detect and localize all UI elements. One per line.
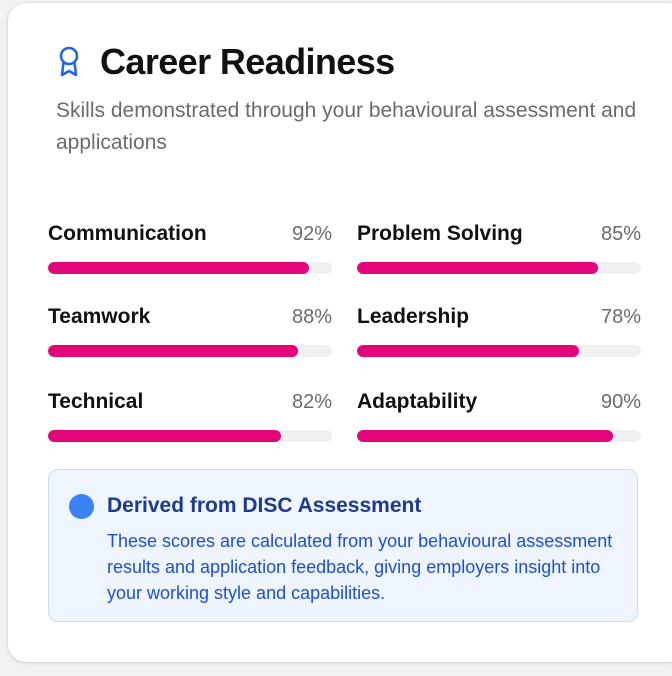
skill-progress-fill xyxy=(48,430,281,442)
skill-name: Teamwork xyxy=(48,305,151,328)
skill-percent: 85% xyxy=(600,223,641,245)
award-ribbon-icon xyxy=(56,45,82,79)
skill-percent: 88% xyxy=(291,306,332,328)
skill-progress-fill xyxy=(357,345,579,357)
skill-progress-track xyxy=(357,430,641,442)
skill-percent: 90% xyxy=(600,391,641,413)
skill-progress-track xyxy=(357,262,641,274)
skill-adaptability: Adaptability 90% xyxy=(357,390,641,442)
disc-info-panel: Derived from DISC Assessment These score… xyxy=(48,469,638,622)
card-header: Career Readiness xyxy=(56,41,395,83)
info-description: These scores are calculated from your be… xyxy=(107,531,613,603)
skill-progress-track xyxy=(48,345,332,357)
skill-progress-fill xyxy=(48,345,298,357)
skill-problem-solving: Problem Solving 85% xyxy=(357,222,641,274)
skill-progress-fill xyxy=(48,262,310,274)
card-title: Career Readiness xyxy=(100,41,395,82)
skill-progress-fill xyxy=(357,430,613,442)
skill-progress-track xyxy=(357,345,641,357)
skill-name: Communication xyxy=(48,222,207,245)
skill-name: Leadership xyxy=(357,305,470,328)
info-dot-icon xyxy=(69,494,94,519)
skill-technical: Technical 82% xyxy=(48,390,332,442)
info-title: Derived from DISC Assessment xyxy=(107,494,422,517)
skill-progress-track xyxy=(48,262,332,274)
skill-percent: 82% xyxy=(291,391,332,413)
skill-name: Adaptability xyxy=(357,390,478,413)
skill-percent: 92% xyxy=(291,223,332,245)
skill-progress-track xyxy=(48,430,332,442)
skill-name: Technical xyxy=(48,390,144,413)
skill-teamwork: Teamwork 88% xyxy=(48,305,332,357)
skill-leadership: Leadership 78% xyxy=(357,305,641,357)
skill-communication: Communication 92% xyxy=(48,222,332,274)
skill-percent: 78% xyxy=(600,306,641,328)
skill-name: Problem Solving xyxy=(357,222,523,245)
skill-progress-fill xyxy=(357,262,599,274)
card-subtitle: Skills demonstrated through your behavio… xyxy=(56,99,637,154)
